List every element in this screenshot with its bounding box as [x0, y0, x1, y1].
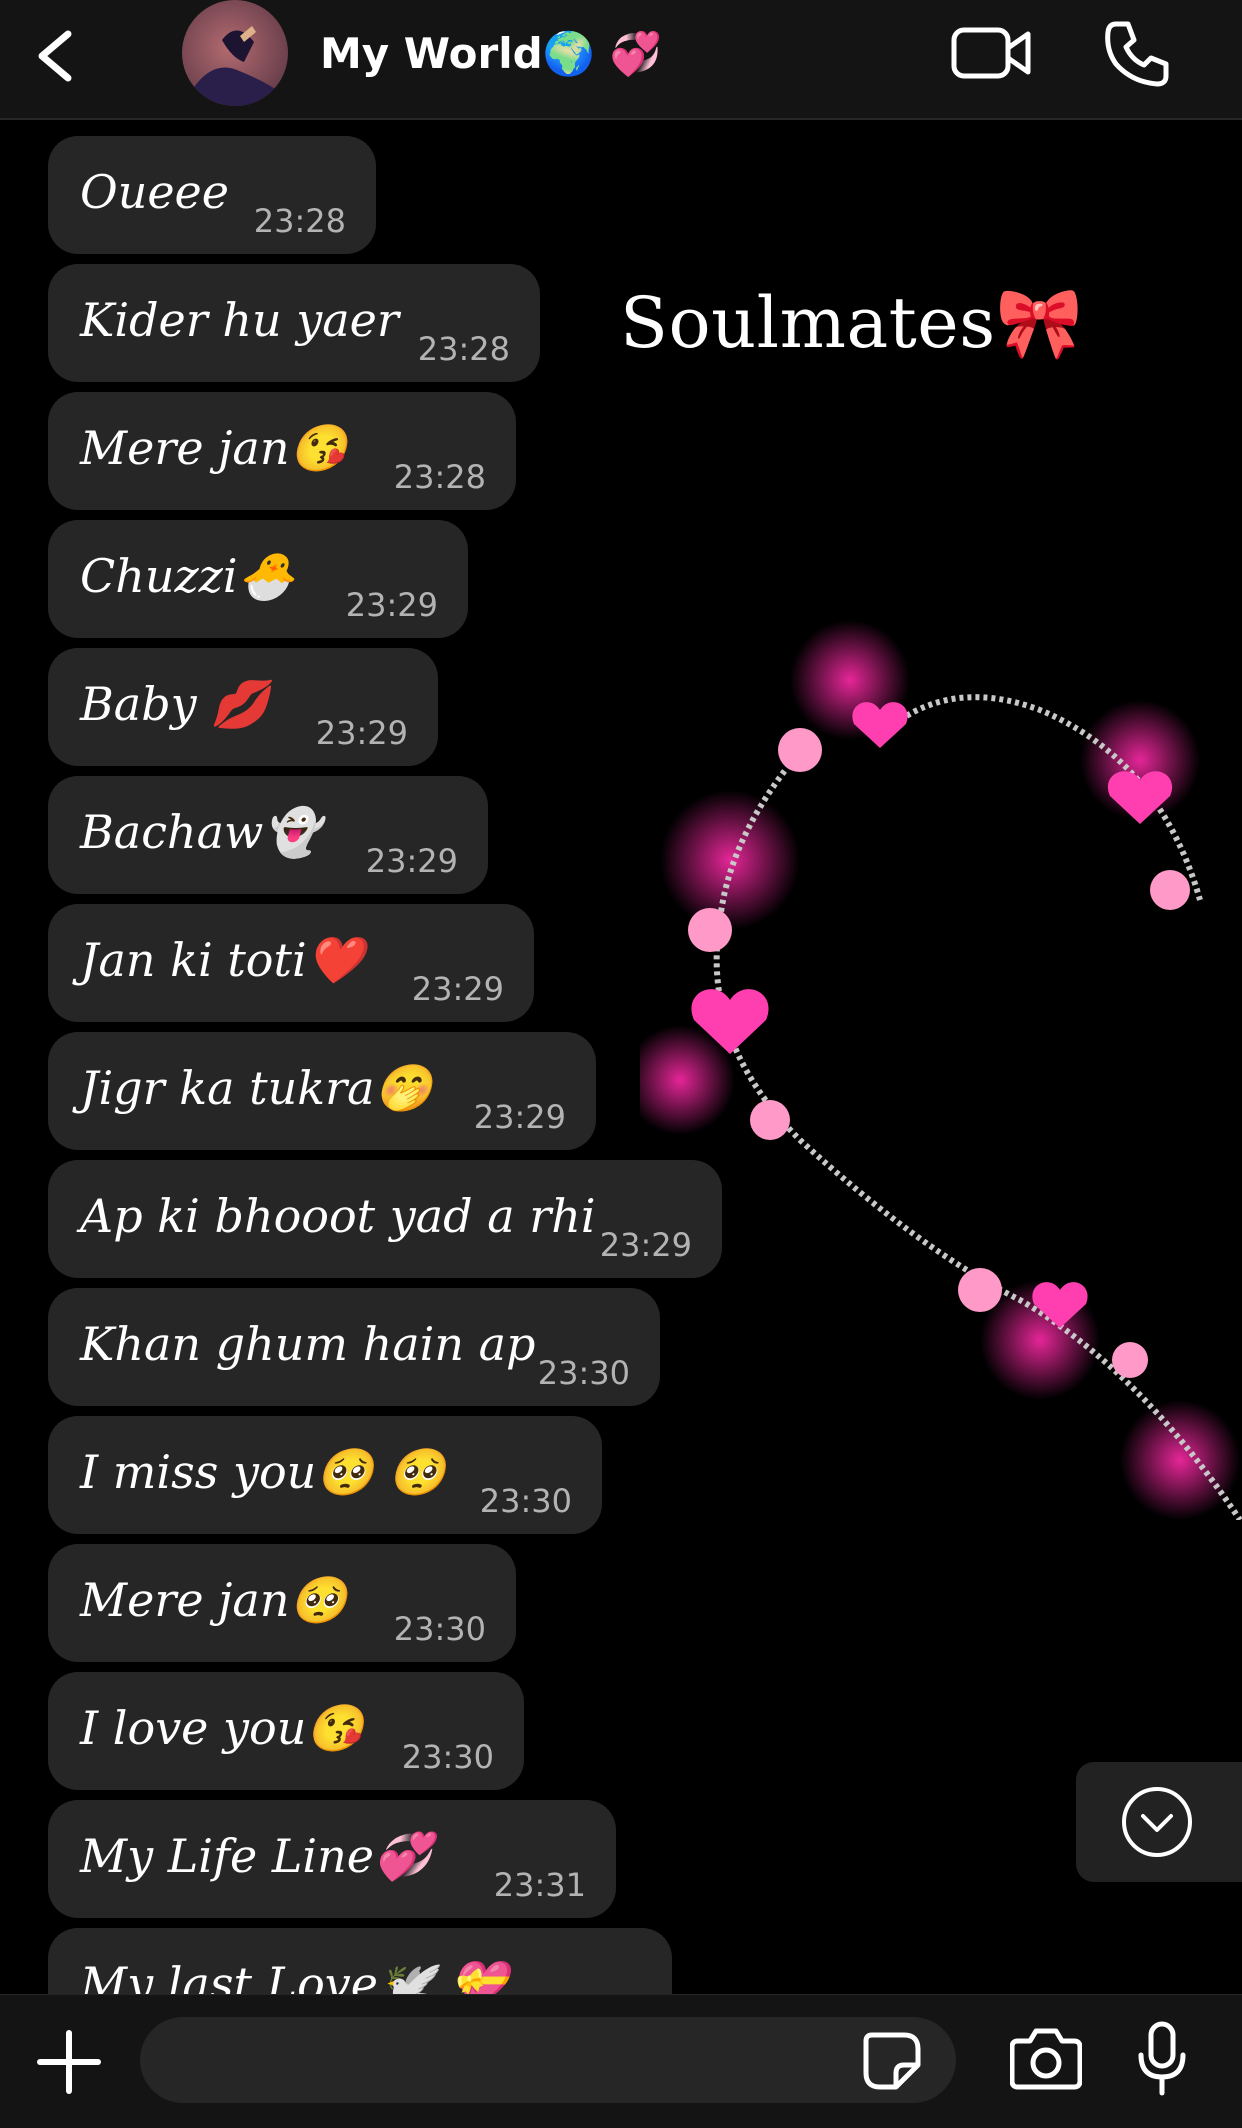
- message-bubble[interactable]: Baby 💋 23:29: [48, 648, 438, 766]
- message-bubble[interactable]: Jan ki toti❤️ 23:29: [48, 904, 534, 1022]
- message-bubble[interactable]: I love you😘 23:30: [48, 1672, 524, 1790]
- plus-icon[interactable]: [36, 2029, 102, 2095]
- message-time: 23:29: [345, 586, 438, 624]
- message-bubble[interactable]: Jigr ka tukra🤭 23:29: [48, 1032, 596, 1150]
- message-time: 23:28: [393, 458, 486, 496]
- message-bubble[interactable]: Mere jan🥺 23:30: [48, 1544, 516, 1662]
- message-text: Ap ki bhooot yad a rhi: [80, 1189, 596, 1243]
- message-bubble[interactable]: Mere jan😘 23:28: [48, 392, 516, 510]
- camera-icon[interactable]: [1009, 2025, 1083, 2091]
- avatar[interactable]: [182, 0, 288, 106]
- message-text: My last Love🕊️ 💝: [80, 1957, 508, 1994]
- message-input[interactable]: [170, 2017, 850, 2103]
- message-text: Chuzzi🐣: [80, 549, 295, 603]
- message-time: 23:29: [365, 842, 458, 880]
- message-bubble[interactable]: Oueee 23:28: [48, 136, 376, 254]
- message-text: Mere jan🥺: [80, 1573, 347, 1627]
- message-bubble[interactable]: Ap ki bhooot yad a rhi 23:29: [48, 1160, 722, 1278]
- message-time: 23:29: [315, 714, 408, 752]
- message-time: 23:30: [479, 1482, 572, 1520]
- message-bubble[interactable]: Kider hu yaer 23:28: [48, 264, 540, 382]
- message-time: 23:28: [417, 330, 510, 368]
- scroll-to-bottom-button[interactable]: [1076, 1762, 1242, 1882]
- message-bubble[interactable]: Bachaw👻 23:29: [48, 776, 488, 894]
- message-time: 23:29: [599, 1226, 692, 1264]
- message-text: Mere jan😘: [80, 421, 347, 475]
- sticker-icon[interactable]: [862, 2031, 922, 2091]
- message-text: Jan ki toti❤️: [80, 933, 364, 987]
- message-list[interactable]: Oueee 23:28 Kider hu yaer 23:28 Mere jan…: [0, 122, 1242, 1994]
- message-bubble[interactable]: Khan ghum hain ap 23:30: [48, 1288, 660, 1406]
- message-text: Jigr ka tukra🤭: [80, 1061, 432, 1115]
- composer-bar: [0, 1994, 1242, 2128]
- message-time: 23:29: [411, 970, 504, 1008]
- message-text: Bachaw👻: [80, 805, 321, 859]
- message-bubble[interactable]: Chuzzi🐣 23:29: [48, 520, 468, 638]
- message-text: My Life Line💞: [80, 1829, 432, 1883]
- message-bubble[interactable]: My Life Line💞 23:31: [48, 1800, 616, 1918]
- chevron-down-icon: [1122, 1787, 1192, 1857]
- message-time: 23:30: [537, 1354, 630, 1392]
- back-chevron-icon[interactable]: [30, 20, 86, 92]
- chat-header: My World🌍 💞: [0, 0, 1242, 120]
- message-text: Khan ghum hain ap: [80, 1317, 536, 1371]
- message-text: I love you😘: [80, 1701, 364, 1755]
- message-text: I miss you🥺 🥺: [80, 1445, 446, 1499]
- message-time: 23:28: [253, 202, 346, 240]
- video-camera-icon[interactable]: [950, 20, 1034, 86]
- phone-icon[interactable]: [1102, 18, 1172, 88]
- message-text: Baby 💋: [80, 677, 269, 731]
- chat-title[interactable]: My World🌍 💞: [320, 22, 662, 86]
- message-text: Oueee: [80, 165, 230, 219]
- message-bubble[interactable]: I miss you🥺 🥺 23:30: [48, 1416, 602, 1534]
- message-time: 23:30: [401, 1738, 494, 1776]
- microphone-icon[interactable]: [1136, 2021, 1188, 2097]
- message-bubble[interactable]: My last Love🕊️ 💝: [48, 1928, 672, 1994]
- message-time: 23:30: [393, 1610, 486, 1648]
- message-composer: [140, 2017, 956, 2103]
- message-text: Kider hu yaer: [80, 293, 399, 347]
- message-time: 23:29: [473, 1098, 566, 1136]
- message-time: 23:31: [493, 1866, 586, 1904]
